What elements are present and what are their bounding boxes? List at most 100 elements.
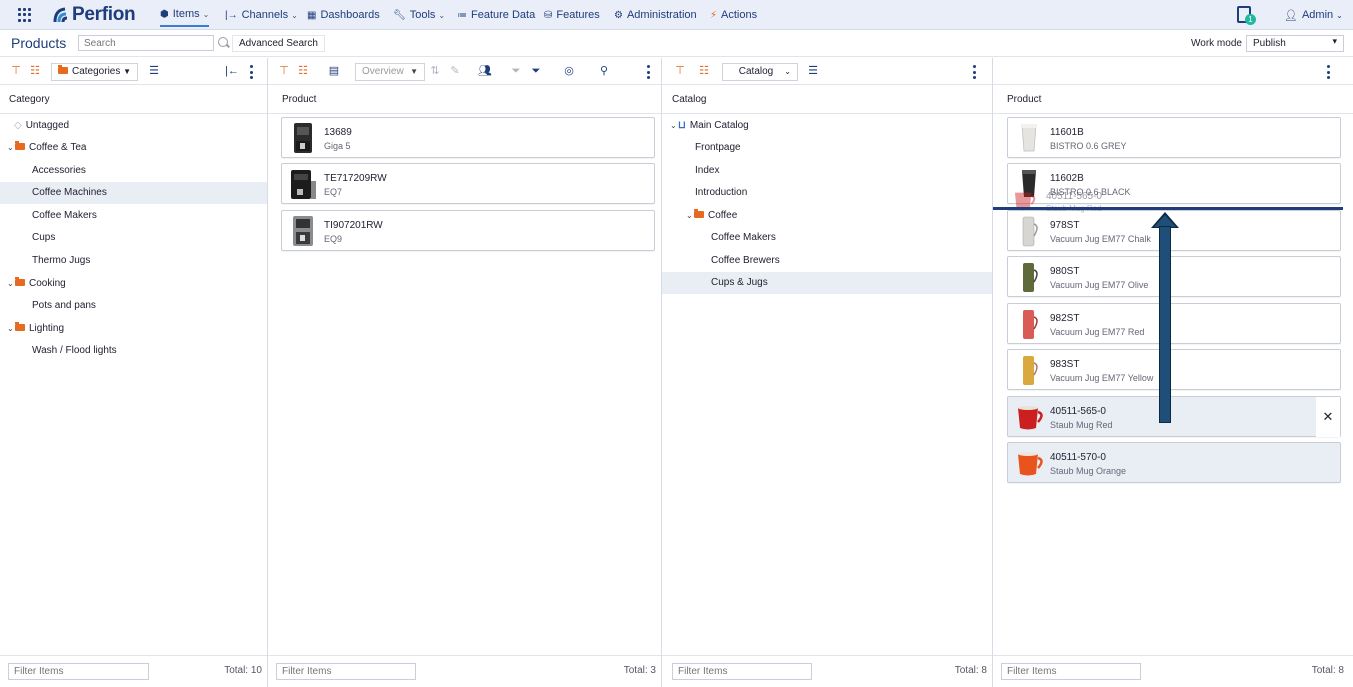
globe-icon[interactable]: ◎ <box>562 65 576 78</box>
tree-item-cups-jugs[interactable]: Cups & Jugs <box>662 272 992 294</box>
tag-icon: ◇ <box>14 120 22 131</box>
nav-items[interactable]: ⬢ Items ⌄ <box>160 3 210 27</box>
tree-item-coffee-makers[interactable]: Coffee Makers <box>0 205 267 227</box>
advanced-search-button[interactable]: Advanced Search <box>232 35 325 52</box>
categories-dropdown[interactable]: Categories ▼ <box>51 63 138 81</box>
tree-item-label: Thermo Jugs <box>32 255 91 266</box>
product-card-selected[interactable]: 40511-565-0 Staub Mug Red ✕ <box>1007 396 1341 437</box>
tree-item-coffee-machines[interactable]: Coffee Machines <box>0 182 267 204</box>
product-code: 13689 <box>324 127 352 138</box>
search-icon[interactable] <box>218 37 228 47</box>
gear-icon: ⚙ <box>614 9 623 21</box>
filter-items-input[interactable] <box>672 663 812 680</box>
catalog-footer: Total: 8 <box>662 655 992 687</box>
product-card[interactable]: 982ST Vacuum Jug EM77 Red <box>1007 303 1341 344</box>
product-code: 11602B <box>1050 173 1084 184</box>
search-input[interactable] <box>78 35 214 51</box>
product-card[interactable]: 13689 Giga 5 <box>281 117 655 158</box>
product-toolbar: ⊤ ☷ ▤ Overview ▼ ⇅ ✎ 👥︎ ⏷ ⏷ ◎ ⚲ <box>268 58 661 85</box>
nav-actions[interactable]: ⚡︎ Actions <box>710 0 757 30</box>
total-count: Total: 3 <box>623 665 656 676</box>
product-card[interactable]: 983ST Vacuum Jug EM77 Yellow <box>1007 349 1341 390</box>
filter-items-input[interactable] <box>1001 663 1141 680</box>
tree-expand-icon[interactable]: ⊤ <box>9 65 23 78</box>
tree-expand-icon[interactable]: ⊤ <box>277 65 291 78</box>
database-icon: ⛁ <box>544 9 553 21</box>
tree-item-cups[interactable]: Cups <box>0 227 267 249</box>
tree-item-thermo-jugs[interactable]: Thermo Jugs <box>0 250 267 272</box>
nav-features[interactable]: ⛁ Features <box>544 0 600 30</box>
tree-list-icon[interactable]: ☷ <box>697 65 711 78</box>
tree-item-coffee[interactable]: ⌄ Coffee <box>662 205 992 227</box>
list-icon: ≔ <box>457 9 467 21</box>
vacuum-jug-thumbnail <box>1023 356 1038 385</box>
tree-item-index[interactable]: Index <box>662 160 992 182</box>
vacuum-jug-thumbnail <box>1022 216 1038 247</box>
nav-administration[interactable]: ⚙ Administration <box>614 0 697 30</box>
more-options-icon[interactable] <box>646 65 650 79</box>
filter-items-input[interactable] <box>8 663 149 680</box>
details-view-icon[interactable]: ▤ <box>327 65 341 78</box>
filter-clear-icon[interactable]: ⏷ <box>509 65 523 78</box>
perfion-logo[interactable]: Perfion <box>52 4 136 26</box>
product-card[interactable]: 11601B BISTRO 0.6 GREY <box>1007 117 1341 158</box>
chevron-down-icon[interactable]: ⌄ <box>670 115 678 137</box>
tree-item-wash-flood-lights[interactable]: Wash / Flood lights <box>0 340 267 362</box>
chevron-down-icon[interactable]: ⌄ <box>7 137 15 159</box>
nav-tools[interactable]: 🔧︎ Tools ⌄ <box>393 0 445 30</box>
catalog-column-header: Catalog <box>662 85 992 114</box>
catalog-product-panel: Product 11601B BISTRO 0.6 GREY 11602B BI… <box>993 58 1353 687</box>
tree-list-icon[interactable]: ☷ <box>28 65 42 78</box>
nav-channels[interactable]: |→ Channels ⌄ <box>225 0 298 30</box>
tree-item-lighting[interactable]: ⌄ Lighting <box>0 318 267 340</box>
user-menu[interactable]: 👤︎ Admin ⌄ <box>1284 0 1343 30</box>
chevron-down-icon[interactable]: ⌄ <box>7 318 15 340</box>
coffee-machine-thumbnail <box>291 170 316 199</box>
nav-label: Features <box>556 9 600 21</box>
menu-lines-icon[interactable]: ☰ <box>147 65 161 78</box>
close-icon[interactable]: ✕ <box>1316 397 1340 437</box>
tree-item-coffee-makers[interactable]: Coffee Makers <box>662 227 992 249</box>
tree-item-cooking[interactable]: ⌄ Cooking <box>0 273 267 295</box>
tree-item-accessories[interactable]: Accessories <box>0 160 267 182</box>
filter-icon[interactable]: ⏷ <box>529 65 543 78</box>
product-card-selected[interactable]: 40511-570-0 Staub Mug Orange <box>1007 442 1341 483</box>
tree-item-coffee-brewers[interactable]: Coffee Brewers <box>662 250 992 272</box>
nav-feature-data[interactable]: ≔ Feature Data <box>457 0 535 30</box>
view-dropdown[interactable]: Overview ▼ <box>355 63 425 81</box>
nav-label: Dashboards <box>320 9 380 21</box>
catalog-dropdown[interactable]: Catalog ⌄ <box>722 63 798 81</box>
work-mode-select[interactable]: Publish ▾ <box>1246 35 1344 52</box>
users-icon[interactable]: 👥︎ <box>478 65 492 78</box>
tree-item-label: Coffee <box>708 210 738 221</box>
collapse-left-icon[interactable]: |← <box>225 65 239 78</box>
tree-item-coffee-tea[interactable]: ⌄ Coffee & Tea <box>0 137 267 159</box>
tree-item-pots-pans[interactable]: Pots and pans <box>0 295 267 317</box>
tree-item-introduction[interactable]: Introduction <box>662 182 992 204</box>
product-card[interactable]: TE717209RW EQ7 <box>281 163 655 204</box>
pin-icon[interactable]: ⚲ <box>597 65 611 78</box>
product-card[interactable]: TI907201RW EQ9 <box>281 210 655 251</box>
product-card[interactable]: 980ST Vacuum Jug EM77 Olive <box>1007 256 1341 297</box>
tree-item-frontpage[interactable]: Frontpage <box>662 137 992 159</box>
ghost-code: 40511-565-0 <box>1046 191 1102 202</box>
menu-lines-icon[interactable]: ☰ <box>806 65 820 78</box>
product-code: 978ST <box>1050 220 1080 231</box>
coffee-machine-thumbnail <box>294 123 312 153</box>
chevron-down-icon[interactable]: ⌄ <box>686 205 694 227</box>
product-name: EQ9 <box>324 234 343 244</box>
tree-expand-icon[interactable]: ⊤ <box>673 65 687 78</box>
sort-icon[interactable]: ⇅ <box>428 65 442 78</box>
chevron-down-icon[interactable]: ⌄ <box>7 273 15 295</box>
edit-icon[interactable]: ✎ <box>448 65 462 78</box>
more-options-icon[interactable] <box>1326 65 1330 79</box>
more-options-icon[interactable] <box>972 65 976 79</box>
tree-item-main-catalog[interactable]: ⌄⊔ Main Catalog <box>662 115 992 137</box>
nav-dashboards[interactable]: ▦ Dashboards <box>307 0 380 30</box>
filter-items-input[interactable] <box>276 663 416 680</box>
tree-item-untagged[interactable]: ◇ Untagged <box>0 115 267 137</box>
tree-list-icon[interactable]: ☷ <box>296 65 310 78</box>
nav-label: Actions <box>721 9 758 21</box>
app-grid-icon[interactable] <box>18 8 32 22</box>
more-options-icon[interactable] <box>249 65 253 79</box>
